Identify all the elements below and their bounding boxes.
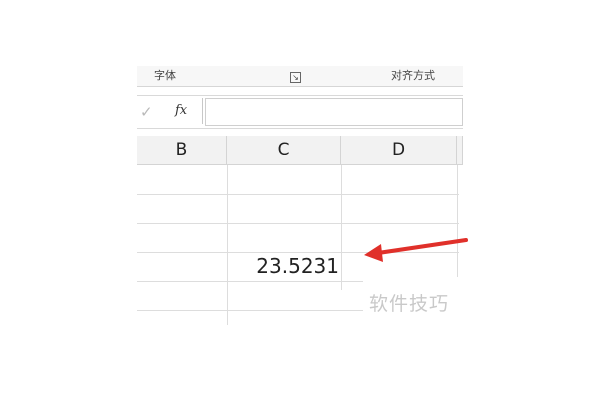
annotation-arrow-icon: [364, 238, 468, 262]
